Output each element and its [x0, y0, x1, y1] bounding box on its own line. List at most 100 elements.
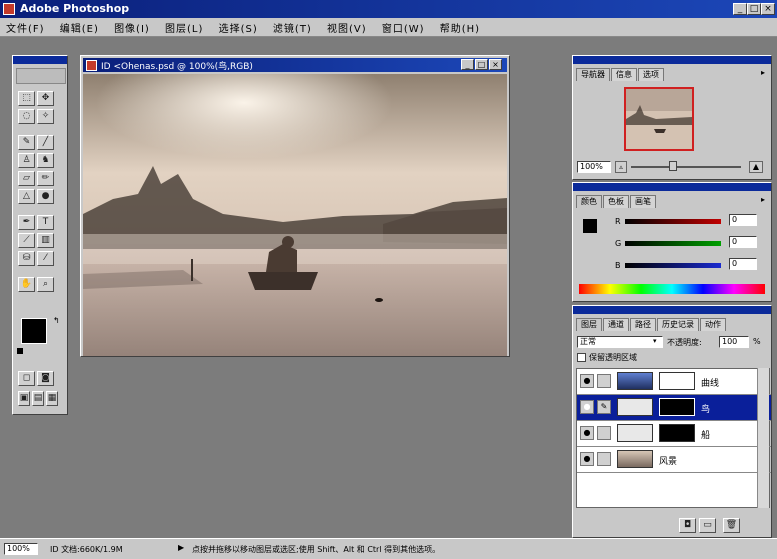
green-value[interactable]: 0	[729, 236, 757, 248]
dodge-tool-icon[interactable]: ●	[37, 189, 54, 204]
default-colors-icon[interactable]	[17, 348, 23, 354]
screen-mode-standard-icon[interactable]: ▣	[18, 391, 30, 406]
marquee-tool-icon[interactable]: ⬚	[18, 91, 35, 106]
color-titlebar[interactable]	[573, 183, 771, 191]
blend-mode-dropdown-icon[interactable]: ▾	[653, 337, 657, 345]
close-button[interactable]: ×	[761, 3, 775, 15]
doc-minimize-button[interactable]: _	[461, 59, 474, 70]
preserve-transparency-checkbox[interactable]	[577, 353, 586, 362]
layer-row-background[interactable]: ● 风景	[577, 447, 771, 473]
foreground-color-swatch[interactable]	[21, 318, 47, 344]
document-titlebar[interactable]: ID <Ohenas.psd @ 100%(鸟,RGB) _ □ ×	[83, 58, 507, 72]
tab-info[interactable]: 信息	[611, 68, 637, 81]
tab-history[interactable]: 历史记录	[657, 318, 699, 331]
menu-image[interactable]: 图像(I)	[108, 18, 156, 35]
color-foreground-swatch[interactable]	[583, 219, 597, 233]
blend-mode-select[interactable]: 正常	[577, 336, 663, 348]
zoom-tool-icon[interactable]: ⌕	[37, 277, 54, 292]
zoom-slider-thumb[interactable]	[669, 161, 677, 171]
navigator-titlebar[interactable]	[573, 56, 771, 64]
rubber-stamp-tool-icon[interactable]: ♙	[18, 153, 35, 168]
photoshop-app-icon[interactable]	[3, 3, 15, 15]
adobe-logo[interactable]	[16, 68, 66, 84]
color-menu-icon[interactable]: ▸	[761, 195, 765, 204]
red-value[interactable]: 0	[729, 214, 757, 226]
tab-options[interactable]: 选项	[638, 68, 664, 81]
tab-color[interactable]: 颜色	[576, 195, 602, 208]
magic-wand-tool-icon[interactable]: ✧	[37, 109, 54, 124]
menu-window[interactable]: 窗口(W)	[376, 18, 431, 35]
swap-colors-icon[interactable]: ↰	[53, 316, 60, 325]
tab-navigator[interactable]: 导航器	[576, 68, 610, 81]
navigator-menu-icon[interactable]: ▸	[761, 68, 765, 77]
lasso-tool-icon[interactable]: ◌	[18, 109, 35, 124]
opacity-field[interactable]: 100	[719, 336, 749, 348]
green-slider[interactable]	[625, 241, 721, 246]
tab-actions[interactable]: 动作	[700, 318, 726, 331]
red-slider[interactable]	[625, 219, 721, 224]
status-zoom-field[interactable]: 100%	[4, 543, 38, 555]
menu-filter[interactable]: 滤镜(T)	[267, 18, 318, 35]
menu-file[interactable]: 文件(F)	[0, 18, 51, 35]
layer-visibility-eye-icon[interactable]: ●	[580, 452, 594, 466]
new-layer-icon[interactable]: ▭	[699, 518, 716, 533]
layer-visibility-eye-icon[interactable]: ●	[580, 374, 594, 388]
menu-view[interactable]: 视图(V)	[321, 18, 373, 35]
minimize-button[interactable]: _	[733, 3, 747, 15]
layer-visibility-eye-icon[interactable]: ●	[580, 400, 594, 414]
tab-paths[interactable]: 路径	[630, 318, 656, 331]
menu-edit[interactable]: 编辑(E)	[54, 18, 105, 35]
hand-tool-icon[interactable]: ✋	[18, 277, 35, 292]
layer-link-box[interactable]	[597, 374, 611, 388]
zoom-slider-track[interactable]	[631, 166, 741, 168]
layer-visibility-eye-icon[interactable]: ●	[580, 426, 594, 440]
layer-link-box[interactable]	[597, 426, 611, 440]
tab-layers[interactable]: 图层	[576, 318, 602, 331]
toolbox-titlebar[interactable]	[13, 56, 67, 64]
standard-mode-icon[interactable]: ◻	[18, 371, 35, 386]
tab-brushes[interactable]: 画笔	[630, 195, 656, 208]
pencil-tool-icon[interactable]: ✏	[37, 171, 54, 186]
layers-titlebar[interactable]	[573, 306, 771, 314]
move-tool-icon[interactable]: ✥	[37, 91, 54, 106]
eraser-tool-icon[interactable]: ▱	[18, 171, 35, 186]
screen-mode-full-icon[interactable]: ▦	[46, 391, 58, 406]
menu-help[interactable]: 帮助(H)	[434, 18, 486, 35]
paintbrush-tool-icon[interactable]: ╱	[37, 135, 54, 150]
layer-link-box[interactable]	[597, 452, 611, 466]
doc-close-button[interactable]: ×	[489, 59, 502, 70]
menu-select[interactable]: 选择(S)	[213, 18, 264, 35]
layer-row-bird[interactable]: ● ✎ 鸟	[577, 395, 771, 421]
quick-mask-mode-icon[interactable]: ◙	[37, 371, 54, 386]
zoom-in-icon[interactable]: ▲	[749, 161, 763, 173]
layers-scrollbar[interactable]	[757, 368, 769, 508]
screen-mode-menu-icon[interactable]: ▤	[32, 391, 44, 406]
eyedropper-tool-icon[interactable]: ⁄	[37, 251, 54, 266]
measure-tool-icon[interactable]: ⟋	[18, 233, 35, 248]
navigator-thumbnail[interactable]	[624, 87, 694, 151]
layer-row-boat[interactable]: ● 船	[577, 421, 771, 447]
menu-layer[interactable]: 图层(L)	[159, 18, 209, 35]
zoom-out-icon[interactable]: ▵	[615, 161, 627, 173]
navigator-zoom-field[interactable]: 100%	[577, 161, 611, 173]
status-menu-arrow-icon[interactable]: ▶	[178, 543, 184, 552]
gradient-tool-icon[interactable]: ▥	[37, 233, 54, 248]
paint-bucket-tool-icon[interactable]: ⛁	[18, 251, 35, 266]
history-brush-tool-icon[interactable]: ♞	[37, 153, 54, 168]
color-spectrum-bar[interactable]	[579, 284, 765, 294]
layer-mask-icon[interactable]: ◘	[679, 518, 696, 533]
maximize-button[interactable]: □	[747, 3, 761, 15]
doc-maximize-button[interactable]: □	[475, 59, 488, 70]
layer-row-curves[interactable]: ● 曲线	[577, 369, 771, 395]
tab-swatches[interactable]: 色板	[603, 195, 629, 208]
type-tool-icon[interactable]: T	[37, 215, 54, 230]
trash-icon[interactable]: 🗑	[723, 518, 740, 533]
blue-value[interactable]: 0	[729, 258, 757, 270]
brush-icon[interactable]: ✎	[597, 400, 611, 414]
blue-slider[interactable]	[625, 263, 721, 268]
pen-tool-icon[interactable]: ✒	[18, 215, 35, 230]
tab-channels[interactable]: 通道	[603, 318, 629, 331]
blur-tool-icon[interactable]: △	[18, 189, 35, 204]
document-canvas[interactable]	[83, 74, 507, 356]
status-doc-size[interactable]: ID 文档:660K/1.9M	[50, 544, 123, 555]
